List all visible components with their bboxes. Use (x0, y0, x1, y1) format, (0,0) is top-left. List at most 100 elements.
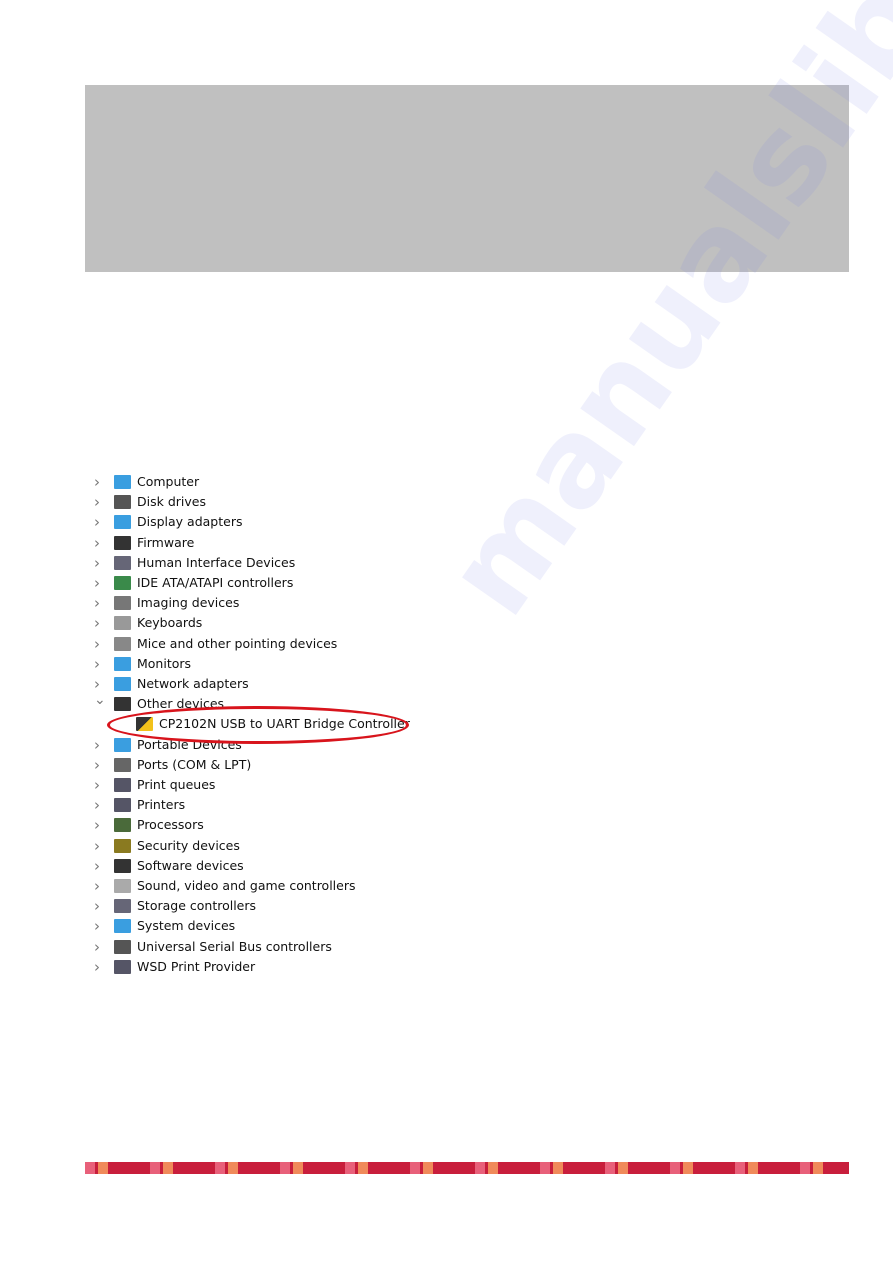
chevron-right-icon[interactable]: › (94, 916, 106, 936)
chevron-right-icon[interactable]: › (94, 512, 106, 532)
device-category[interactable]: › System devices (92, 916, 422, 936)
usb-icon (114, 939, 131, 954)
device-category[interactable]: › Firmware (92, 533, 422, 553)
device-category[interactable]: › Human Interface Devices (92, 553, 422, 573)
chevron-right-icon[interactable]: › (94, 472, 106, 492)
chevron-right-icon[interactable]: › (94, 533, 106, 553)
device-label: Universal Serial Bus controllers (137, 938, 332, 954)
device-label: Software devices (137, 857, 244, 873)
port-icon (114, 757, 131, 772)
device-category[interactable]: › IDE ATA/ATAPI controllers (92, 573, 422, 593)
device-category[interactable]: › Print queues (92, 775, 422, 795)
footer-square (423, 1162, 433, 1174)
footer-square (358, 1162, 368, 1174)
footer-decorative-band (85, 1162, 849, 1174)
footer-square (163, 1162, 173, 1174)
firmware-chip-icon (114, 535, 131, 550)
device-category[interactable]: › Universal Serial Bus controllers (92, 937, 422, 957)
chevron-right-icon[interactable]: › (94, 896, 106, 916)
chevron-right-icon[interactable]: › (94, 795, 106, 815)
device-category[interactable]: › Network adapters (92, 674, 422, 694)
computer-icon (114, 475, 131, 489)
mouse-icon (114, 636, 131, 651)
device-label: Sound, video and game controllers (137, 878, 356, 893)
display-adapter-icon (114, 515, 131, 530)
chevron-right-icon[interactable]: › (94, 634, 106, 654)
disk-drive-icon (114, 495, 131, 510)
footer-square (735, 1162, 745, 1174)
device-category[interactable]: › Storage controllers (92, 896, 422, 916)
footer-square (228, 1162, 238, 1174)
unknown-device-icon (114, 697, 131, 712)
device-label: Human Interface Devices (137, 554, 296, 570)
device-category[interactable]: › Mice and other pointing devices (92, 634, 422, 654)
chevron-right-icon[interactable]: › (94, 593, 106, 613)
speaker-icon (114, 879, 131, 893)
printer-icon (114, 798, 131, 813)
device-category[interactable]: › Display adapters (92, 512, 422, 532)
device-label: Computer (137, 474, 200, 489)
device-label: Processors (137, 817, 204, 833)
device-label: Monitors (137, 655, 192, 671)
device-category[interactable]: › Processors (92, 815, 422, 835)
chevron-right-icon[interactable]: › (94, 573, 106, 593)
chevron-right-icon[interactable]: › (94, 654, 106, 674)
device-category[interactable]: › Printers (92, 795, 422, 815)
footer-square (345, 1162, 355, 1174)
security-device-icon (114, 838, 131, 853)
chevron-right-icon[interactable]: › (94, 856, 106, 876)
chevron-right-icon[interactable]: › (94, 755, 106, 775)
chevron-right-icon[interactable]: › (94, 876, 106, 896)
printer-icon (114, 778, 131, 792)
chevron-right-icon[interactable]: › (94, 957, 106, 977)
device-category[interactable]: › Keyboards (92, 613, 422, 633)
chevron-down-icon[interactable]: ⌄ (94, 690, 106, 710)
highlight-ellipse (107, 706, 409, 744)
chevron-right-icon[interactable]: › (94, 735, 106, 755)
device-label: Security devices (137, 837, 240, 853)
footer-square (813, 1162, 823, 1174)
network-icon (114, 677, 131, 691)
footer-square (605, 1162, 615, 1174)
chevron-right-icon[interactable]: › (94, 613, 106, 633)
chevron-right-icon[interactable]: › (94, 815, 106, 835)
device-category[interactable]: › Ports (COM & LPT) (92, 755, 422, 775)
device-label: Imaging devices (137, 595, 240, 611)
footer-square (683, 1162, 693, 1174)
chevron-right-icon[interactable]: › (94, 492, 106, 512)
chevron-right-icon[interactable]: › (94, 836, 106, 856)
device-label: Disk drives (137, 494, 206, 510)
footer-square (85, 1162, 95, 1174)
device-label: Printers (137, 797, 186, 813)
device-category[interactable]: › Security devices (92, 836, 422, 856)
device-label: Storage controllers (137, 898, 257, 914)
printer-icon (114, 959, 131, 974)
hid-icon (114, 555, 131, 570)
device-label: Print queues (137, 777, 216, 792)
storage-controller-icon (114, 899, 131, 914)
device-category[interactable]: › Imaging devices (92, 593, 422, 613)
device-category[interactable]: › WSD Print Provider (92, 957, 422, 977)
monitor-icon (114, 656, 131, 671)
processor-icon (114, 818, 131, 833)
device-label: Keyboards (137, 615, 203, 631)
device-category[interactable]: › Software devices (92, 856, 422, 876)
footer-square (553, 1162, 563, 1174)
footer-square (800, 1162, 810, 1174)
footer-square (215, 1162, 225, 1174)
footer-square (475, 1162, 485, 1174)
footer-square (488, 1162, 498, 1174)
chevron-right-icon[interactable]: › (94, 937, 106, 957)
device-label: Display adapters (137, 514, 243, 530)
portable-device-icon (114, 737, 131, 752)
chevron-right-icon[interactable]: › (94, 775, 106, 795)
device-label: IDE ATA/ATAPI controllers (137, 575, 294, 590)
chevron-right-icon[interactable]: › (94, 553, 106, 573)
device-category[interactable]: › Monitors (92, 654, 422, 674)
device-category[interactable]: › Disk drives (92, 492, 422, 512)
system-device-icon (114, 919, 131, 934)
footer-square (150, 1162, 160, 1174)
device-category[interactable]: › Computer (92, 472, 422, 492)
device-category[interactable]: › Sound, video and game controllers (92, 876, 422, 896)
device-label: WSD Print Provider (137, 958, 256, 974)
